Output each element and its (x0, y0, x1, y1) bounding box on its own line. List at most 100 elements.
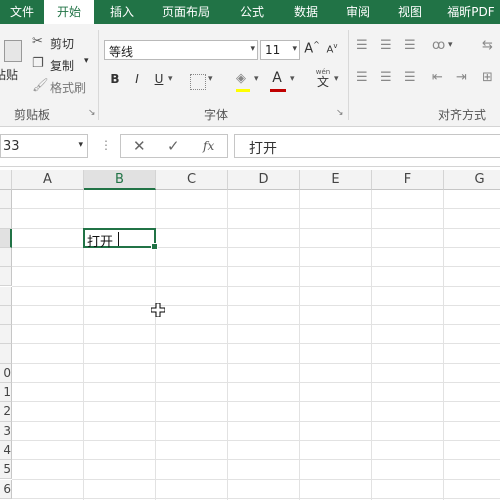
font-color-bar (270, 89, 286, 92)
row-header[interactable]: 6 (0, 479, 12, 499)
align-middle-icon[interactable]: ☰ (380, 38, 392, 53)
chevron-down-icon[interactable]: ▾ (290, 74, 295, 84)
row-header[interactable]: 3 (0, 421, 12, 441)
chevron-down-icon[interactable]: ▾ (334, 74, 339, 84)
formula-input[interactable]: 打开 (234, 134, 500, 158)
merge-center-icon[interactable]: ⊞ (482, 70, 493, 85)
format-painter-button[interactable]: 🖌 格式刷 (32, 78, 96, 96)
enter-icon[interactable]: ✓ (167, 137, 180, 155)
chevron-down-icon[interactable]: ▾ (448, 40, 453, 50)
row-header[interactable] (0, 325, 12, 345)
align-left-icon[interactable]: ☰ (356, 70, 368, 85)
cancel-icon[interactable]: ✕ (133, 137, 146, 155)
column-header-c[interactable]: C (156, 170, 228, 190)
tab-formulas[interactable]: 公式 (226, 0, 278, 24)
column-header-d[interactable]: D (228, 170, 300, 190)
column-header-b[interactable]: B (84, 170, 156, 190)
row-header[interactable] (0, 305, 12, 326)
row-gridline (12, 324, 500, 326)
row-gridline (12, 362, 500, 364)
grow-font-button[interactable]: A^ (304, 40, 320, 60)
worksheet-grid[interactable]: A B C D E F G 0123456 打开 (0, 170, 500, 500)
name-box[interactable]: 33 ▾ (0, 134, 88, 158)
column-header-a[interactable]: A (12, 170, 84, 190)
fill-handle[interactable] (151, 243, 158, 250)
row-header[interactable]: 0 (0, 363, 12, 383)
row-gridline (12, 285, 500, 287)
chevron-down-icon: ▾ (292, 44, 297, 54)
font-size-value: 11 (265, 43, 281, 57)
align-bottom-icon[interactable]: ☰ (404, 38, 416, 53)
paste-button[interactable]: 粘贴 (0, 36, 24, 96)
row-header[interactable] (0, 344, 12, 364)
row-gridline (12, 497, 500, 499)
tab-foxit-pdf[interactable]: 福昕PDF (440, 0, 500, 24)
dialog-launcher-icon[interactable]: ↘ (88, 108, 96, 118)
tab-data[interactable]: 数据 (280, 0, 332, 24)
column-header-f[interactable]: F (372, 170, 444, 190)
row-gridline (12, 420, 500, 422)
wrap-text-icon[interactable]: ⇆ (482, 38, 493, 53)
row-header[interactable] (0, 209, 12, 229)
select-all-corner[interactable] (0, 170, 12, 190)
active-cell-b[interactable]: 打开 (83, 228, 158, 250)
chevron-down-icon: ▾ (84, 56, 89, 66)
row-header[interactable]: 4 (0, 440, 12, 461)
chevron-down-icon[interactable]: ▾ (168, 74, 173, 84)
decrease-indent-icon[interactable]: ⇤ (432, 70, 443, 85)
cut-label: 剪切 (50, 37, 75, 51)
row-gridline (12, 401, 500, 403)
italic-button[interactable]: I (130, 72, 144, 90)
orientation-icon[interactable]: ꝏ (432, 38, 445, 53)
font-size-select[interactable]: 11 ▾ (260, 40, 300, 60)
border-icon[interactable] (190, 74, 206, 90)
grow-font-icon: A (304, 41, 314, 57)
font-family-value: 等线 (109, 45, 134, 59)
row-gridline (12, 459, 500, 461)
tab-view[interactable]: 视图 (384, 0, 436, 24)
bold-button[interactable]: B (108, 72, 122, 90)
tab-insert[interactable]: 插入 (96, 0, 148, 24)
paste-label: 粘贴 (0, 68, 19, 82)
row-header[interactable] (0, 286, 12, 306)
row-header[interactable]: 2 (0, 402, 12, 422)
copy-button[interactable]: ❐ 复制 ▾ (32, 56, 96, 74)
shrink-font-button[interactable]: Av (324, 42, 340, 62)
row-gridline (12, 382, 500, 383)
row-header[interactable] (0, 247, 12, 268)
increase-indent-icon[interactable]: ⇥ (456, 70, 467, 85)
clipboard-icon (4, 40, 22, 62)
chevron-down-icon[interactable]: ▾ (254, 74, 259, 84)
font-color-button[interactable]: A (270, 70, 284, 88)
align-center-icon[interactable]: ☰ (380, 70, 392, 85)
row-gridline (12, 304, 500, 306)
underline-button[interactable]: U (152, 72, 166, 90)
row-header[interactable] (0, 228, 12, 248)
dialog-launcher-icon[interactable]: ↘ (336, 108, 344, 118)
column-header-g[interactable]: G (444, 170, 500, 190)
more-icon: ⋮ (100, 138, 112, 152)
row-gridline (12, 478, 500, 480)
tab-review[interactable]: 审阅 (332, 0, 384, 24)
text-cursor (118, 232, 119, 246)
font-family-select[interactable]: 等线 ▾ (104, 40, 258, 60)
phonetic-button[interactable]: wén 文 (312, 68, 334, 92)
insert-function-button[interactable]: fx (203, 139, 214, 153)
align-top-icon[interactable]: ☰ (356, 38, 368, 53)
align-right-icon[interactable]: ☰ (404, 70, 416, 85)
tab-file[interactable]: 文件 (0, 0, 44, 24)
row-header[interactable]: 1 (0, 383, 12, 403)
clipboard-group-label: 剪贴板 (14, 108, 51, 122)
cut-button[interactable]: ✂ 剪切 (32, 34, 92, 52)
column-header-e[interactable]: E (300, 170, 372, 190)
tab-home[interactable]: 开始 (44, 0, 94, 24)
chevron-down-icon[interactable]: ▾ (208, 74, 213, 84)
row-header[interactable]: 5 (0, 460, 12, 480)
tab-page-layout[interactable]: 页面布局 (152, 0, 220, 24)
row-header[interactable] (0, 190, 12, 210)
column-gridline (227, 190, 228, 500)
format-painter-label: 格式刷 (50, 81, 87, 95)
fill-color-icon[interactable]: ◈ (236, 71, 246, 86)
formula-buttons: ✕ ✓ fx (120, 134, 228, 158)
row-header[interactable] (0, 267, 12, 287)
